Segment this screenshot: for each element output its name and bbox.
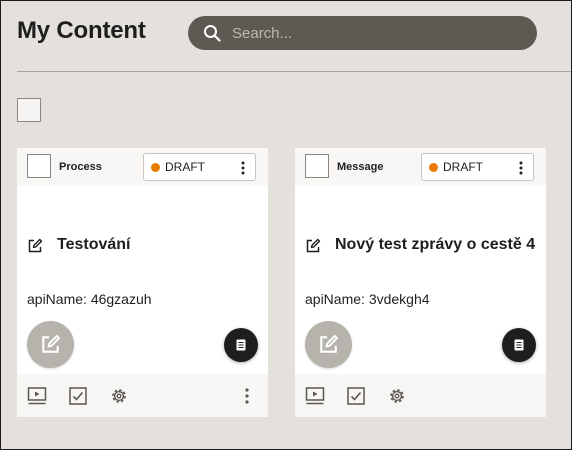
api-name-label: apiName: [305, 291, 365, 307]
api-name-line: apiName: 3vdekgh4 [305, 291, 430, 307]
status-label: DRAFT [443, 160, 483, 174]
document-icon [514, 339, 524, 351]
api-name-value: 46gzazuh [90, 291, 152, 307]
status-dot [151, 163, 160, 172]
open-document-button[interactable] [502, 328, 536, 362]
search-box[interactable] [188, 16, 537, 50]
edit-button[interactable] [305, 321, 352, 368]
search-icon [204, 25, 221, 42]
status-menu-button[interactable]: DRAFT [143, 153, 256, 181]
card-checkbox[interactable] [27, 154, 51, 178]
card-header: Message DRAFT [295, 148, 546, 186]
card-type-label: Process [59, 161, 102, 173]
card-footer [17, 374, 268, 417]
status-dot [429, 163, 438, 172]
status-menu-button[interactable]: DRAFT [421, 153, 534, 181]
content-card[interactable]: Message DRAFT Nový test zprávy o cestě 4… [295, 148, 546, 417]
card-title: Testování [57, 236, 131, 253]
more-options-icon[interactable] [244, 387, 250, 405]
card-header: Process DRAFT [17, 148, 268, 186]
edit-button[interactable] [27, 321, 74, 368]
document-icon [236, 339, 246, 351]
kebab-icon [519, 161, 523, 175]
gear-icon[interactable] [109, 386, 129, 406]
edit-icon [42, 334, 61, 353]
api-name-line: apiName: 46gzazuh [27, 291, 152, 307]
preview-icon[interactable] [305, 386, 325, 406]
open-document-button[interactable] [224, 328, 258, 362]
card-footer [295, 374, 546, 417]
card-checkbox[interactable] [305, 154, 329, 178]
select-all-checkbox[interactable] [17, 98, 41, 122]
edit-icon [320, 334, 339, 353]
validate-icon[interactable] [346, 386, 366, 406]
kebab-icon [241, 161, 245, 175]
api-name-value: 3vdekgh4 [368, 291, 430, 307]
card-type-label: Message [337, 161, 384, 173]
header-divider [17, 71, 571, 72]
edit-icon [306, 238, 321, 253]
edit-icon [28, 238, 43, 253]
validate-icon[interactable] [68, 386, 88, 406]
page-title: My Content [17, 17, 146, 44]
app-window: My Content Process DRAFT [0, 0, 572, 450]
status-label: DRAFT [165, 160, 205, 174]
preview-icon[interactable] [27, 386, 47, 406]
card-title: Nový test zprávy o cestě 4 [335, 236, 536, 253]
gear-icon[interactable] [387, 386, 407, 406]
search-input[interactable] [232, 22, 522, 44]
api-name-label: apiName: [27, 291, 87, 307]
content-card[interactable]: Process DRAFT Testování apiName: 46gzazu… [17, 148, 268, 417]
